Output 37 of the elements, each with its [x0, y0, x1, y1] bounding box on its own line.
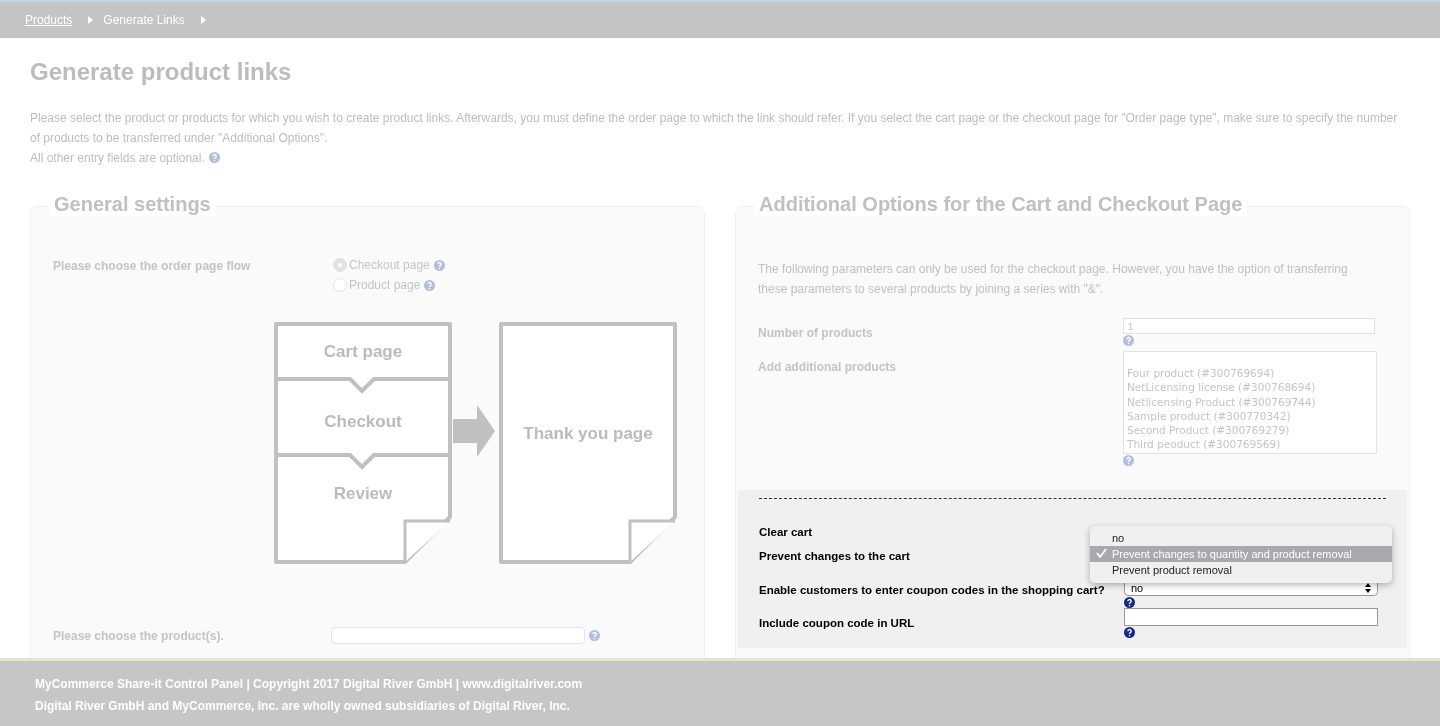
flow-step-label: Checkout [324, 412, 402, 431]
radio-button[interactable] [333, 278, 347, 292]
dropdown-option[interactable]: Prevent product removal [1090, 562, 1392, 578]
flow-step-label: Thank you page [523, 424, 653, 443]
flow-step-label: Cart page [323, 342, 403, 361]
intro-text: Please select the product or products for which you wish to create product links. Afterwards, you must define the order page to which the link should refer. If you select the cart page or the checkout page for "Order page type", make sure to specify the number of products to be transferred under "Additional Options". [30, 111, 1398, 145]
list-option[interactable]: NetLicensing license (#300768694) [1127, 380, 1373, 395]
field-label: Clear cart [759, 526, 813, 538]
list-option[interactable]: Second Product (#300769279) [1127, 423, 1373, 438]
help-icon[interactable] [1124, 597, 1135, 608]
help-icon[interactable] [1124, 627, 1135, 638]
updown-icon [1365, 582, 1371, 593]
radio-button[interactable] [333, 258, 347, 272]
footer-text: MyCommerce Share-it Control Panel | Copyright 2017 Digital River GmbH | www.digitalriver.com [35, 677, 584, 691]
panel-title: Additional Options for the Cart and Checkout Page [754, 193, 1248, 216]
dropdown-option[interactable]: Prevent changes to quantity and product removal [1090, 546, 1392, 562]
field-label: Include coupon code in URL [759, 617, 915, 629]
breadcrumb-current: Generate Links [103, 13, 185, 27]
list-option[interactable]: Third peoduct (#300769569) [1127, 437, 1373, 452]
product-select[interactable] [331, 627, 585, 644]
product-list[interactable]: Four product (#300769694) NetLicensing license (#300768694) Netlicensing Product (#300769744) Sample product (#300770342) Second Product (#300769279) Third peoduct (#300769569) [1123, 351, 1377, 454]
caret-icon [88, 16, 94, 24]
dropdown-option[interactable]: no [1090, 530, 1392, 546]
breadcrumb-link[interactable]: Products [25, 13, 73, 27]
check-icon [1096, 548, 1107, 558]
panel-title: General settings [49, 193, 216, 216]
list-option[interactable]: Four product (#300769694) [1127, 366, 1373, 381]
page-title: Generate product links [30, 58, 293, 86]
footer-text: Digital River GmbH and MyCommerce, Inc. are wholly owned subsidiaries of Digital River, Inc. [35, 699, 571, 713]
coupon-url-field[interactable] [1124, 608, 1378, 626]
intro-text: All other entry fields are optional. [30, 151, 205, 165]
field-label: Enable customers to enter coupon codes in the shopping cart? [759, 584, 1105, 596]
list-option[interactable]: Netlicensing Product (#300769744) [1127, 394, 1373, 409]
list-option[interactable]: Sample product (#300770342) [1127, 408, 1373, 424]
field-label: Prevent changes to the cart [759, 550, 910, 562]
caret-icon [200, 16, 206, 24]
flow-step-label: Review [333, 484, 393, 503]
